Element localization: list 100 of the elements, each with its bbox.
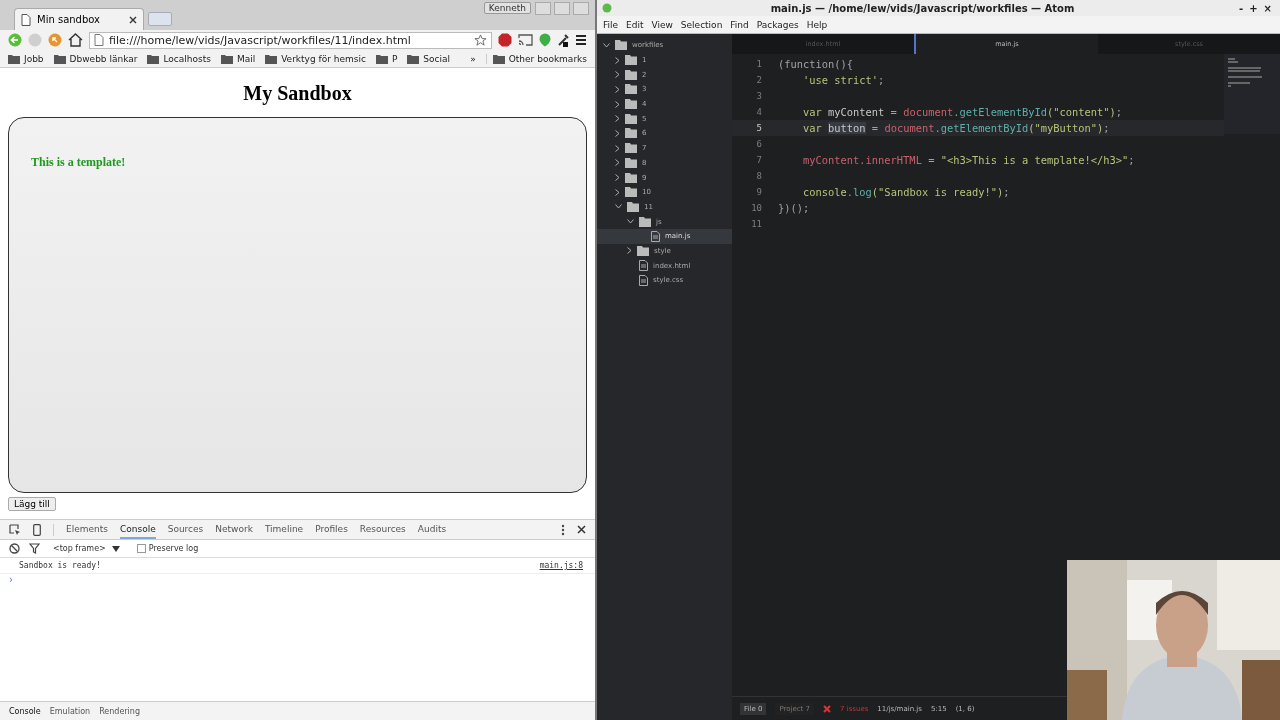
chevron-icon	[627, 247, 632, 255]
folder-icon	[625, 128, 637, 139]
bookmark[interactable]: Localhosts	[147, 53, 211, 64]
folder-icon	[265, 53, 278, 64]
user-badge[interactable]: Kenneth	[483, 2, 531, 14]
menu-item[interactable]: Packages	[756, 19, 799, 30]
more-icon[interactable]	[561, 523, 565, 536]
menu-item[interactable]: Find	[730, 19, 749, 30]
close-icon[interactable]	[577, 525, 586, 534]
frame-select[interactable]: <top frame>	[53, 544, 120, 553]
menu-item[interactable]: Help	[806, 19, 828, 30]
code-line: var button = document.getElementById("myButton");	[802, 122, 1110, 134]
folder-icon	[147, 53, 160, 64]
filter-icon[interactable]	[29, 543, 40, 554]
home-icon[interactable]	[68, 33, 83, 47]
app-icon	[602, 3, 612, 13]
folder-icon	[625, 99, 637, 110]
add-button[interactable]: Lägg till	[8, 497, 56, 511]
error-icon	[823, 704, 832, 713]
line-number: 5	[755, 123, 763, 133]
line-number: 10	[750, 203, 763, 213]
close-icon[interactable]	[129, 15, 137, 24]
file-icon	[639, 274, 648, 286]
code-line: myContent.innerHTML = "<h3>This is a template!</h3>";	[802, 154, 1135, 166]
line-number: 4	[755, 107, 763, 117]
folder-icon	[625, 113, 637, 124]
adblock-icon[interactable]	[498, 33, 512, 47]
bookmark[interactable]: Mail	[220, 53, 256, 64]
folder-icon	[625, 84, 637, 95]
code-line: })();	[778, 202, 810, 214]
menu-item[interactable]: View	[651, 19, 673, 30]
folder-icon	[220, 53, 233, 64]
bookmark[interactable]: Verktyg för hemsic	[265, 53, 366, 64]
devtools-tab[interactable]: Elements	[66, 520, 108, 539]
inspect-icon[interactable]	[9, 523, 21, 536]
page-icon	[21, 13, 31, 26]
folder-icon	[625, 55, 637, 66]
devtools-tab[interactable]: Sources	[167, 520, 204, 539]
folder-icon	[375, 53, 388, 64]
address-bar[interactable]: file:///home/lew/vids/Javascript/workfiles/11/index.html	[89, 31, 492, 49]
checkbox[interactable]	[136, 544, 146, 553]
folder-icon	[492, 53, 505, 64]
devtools-tab[interactable]: Resources	[359, 520, 406, 539]
clear-icon[interactable]	[9, 543, 20, 554]
menu-item[interactable]: File	[603, 19, 619, 30]
folder-icon	[625, 69, 637, 80]
code-line: console.log("Sandbox is ready!");	[802, 186, 1010, 198]
source-link[interactable]: main.js:8	[539, 561, 583, 570]
bookmark[interactable]: Dbwebb länkar	[53, 53, 138, 64]
menu-item[interactable]: Edit	[626, 19, 644, 30]
menu-item[interactable]: Selection	[680, 19, 723, 30]
folder-icon	[615, 40, 627, 51]
folder-icon	[625, 143, 637, 154]
devtools-tab[interactable]: Profiles	[315, 520, 348, 539]
page-heading: My Sandbox	[242, 82, 353, 105]
devtools-tab[interactable]: Network	[215, 520, 253, 539]
other-bookmarks[interactable]: Other bookmarks	[485, 53, 587, 64]
folder-icon	[53, 53, 66, 64]
folder-icon	[407, 53, 420, 64]
more-bookmarks-button[interactable]: »	[470, 53, 476, 64]
window-control[interactable]: ×	[1263, 2, 1272, 14]
code-line: 'use strict';	[802, 74, 885, 86]
devtools-tab[interactable]: Audits	[417, 520, 447, 539]
window-control[interactable]: +	[1249, 2, 1258, 14]
drawer-tab[interactable]: Rendering	[99, 706, 140, 716]
chevron-icon	[627, 219, 634, 225]
star-icon[interactable]	[474, 33, 487, 47]
browser-tab[interactable]: Min sandbox	[14, 8, 144, 30]
line-number: 7	[755, 155, 763, 165]
line-number: 6	[755, 139, 763, 149]
bookmark[interactable]: Jobb	[8, 53, 44, 64]
line-number: 3	[755, 91, 763, 101]
line-number: 1	[755, 59, 763, 69]
minimap[interactable]	[1224, 54, 1280, 134]
bookmark[interactable]: Social	[407, 53, 450, 64]
drawer-tab[interactable]: Emulation	[49, 706, 91, 716]
line-number: 2	[755, 75, 763, 85]
devtools-tab[interactable]: Timeline	[264, 520, 304, 539]
window-control[interactable]: -	[1239, 2, 1244, 14]
menu-icon[interactable]	[575, 34, 587, 46]
devtools-tab[interactable]: Console	[119, 520, 156, 539]
device-icon[interactable]	[33, 523, 41, 536]
checkbox-label: Preserve log	[148, 544, 199, 553]
file-icon	[639, 260, 648, 272]
eyedropper-icon[interactable]	[557, 33, 569, 47]
folder-icon	[627, 201, 639, 212]
line-number: 9	[755, 187, 763, 197]
log-message: Sandbox is ready!	[19, 561, 101, 570]
folder-icon	[8, 53, 20, 64]
cast-icon[interactable]	[518, 34, 533, 46]
bookmark[interactable]: P	[375, 53, 398, 64]
caret-icon	[111, 545, 120, 552]
line-number: 8	[755, 171, 763, 181]
extension-icon[interactable]	[539, 33, 551, 47]
file-icon	[651, 230, 660, 242]
drawer-tab[interactable]: Console	[9, 706, 41, 716]
window-title: main.js — /home/lew/vids/Javascript/workfiles — Atom	[769, 2, 1076, 14]
chevron-icon	[603, 42, 610, 48]
line-number: 11	[750, 219, 763, 229]
console-prompt[interactable]: ›	[9, 574, 13, 585]
